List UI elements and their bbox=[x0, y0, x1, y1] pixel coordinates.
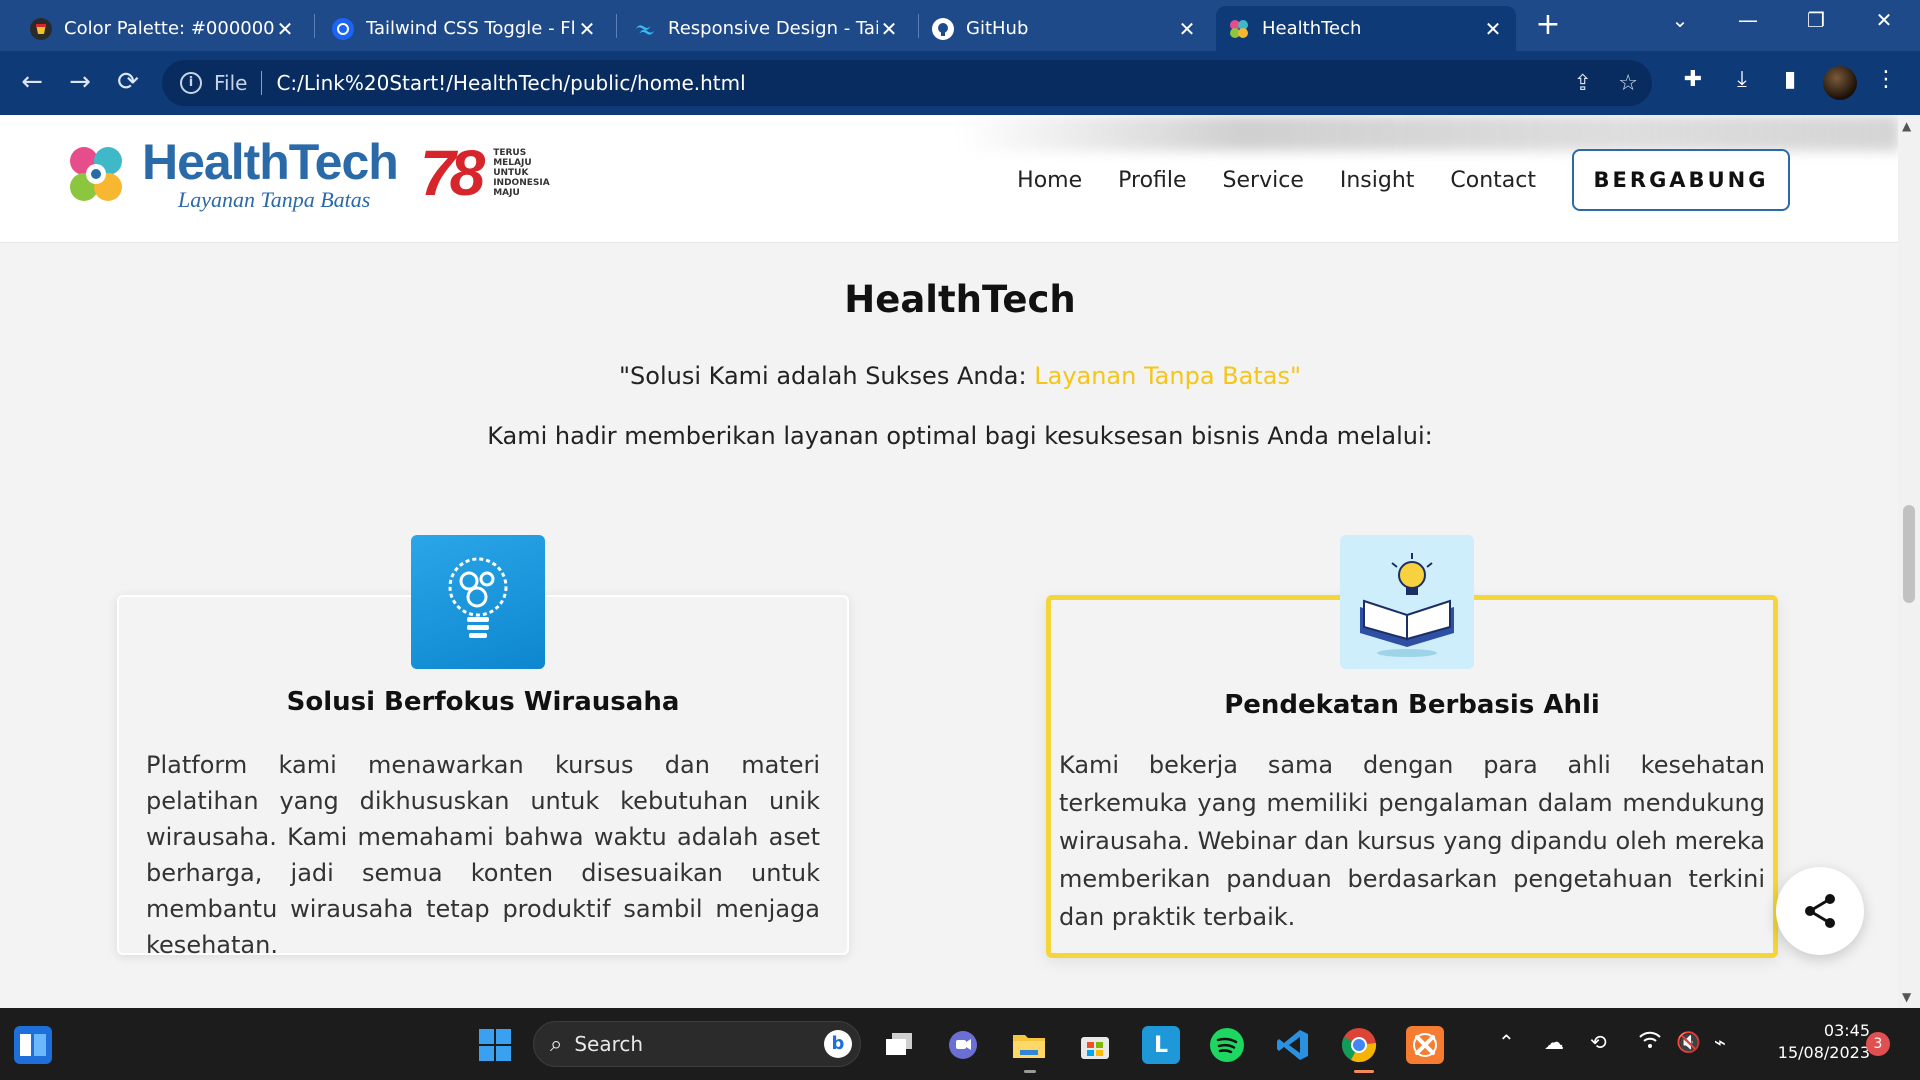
chevron-up-icon[interactable]: ⌃ bbox=[1498, 1030, 1515, 1054]
profile-avatar[interactable] bbox=[1823, 66, 1857, 100]
tab-healthtech[interactable]: HealthTech ✕ bbox=[1216, 6, 1516, 51]
card-body: Platform kami menawarkan kursus dan mate… bbox=[146, 751, 820, 959]
bing-icon[interactable]: b bbox=[824, 1030, 852, 1058]
bookmark-star-icon[interactable]: ☆ bbox=[1618, 71, 1638, 96]
onedrive-icon[interactable]: ☁ bbox=[1544, 1030, 1564, 1054]
tab-separator bbox=[616, 14, 617, 38]
file-explorer-icon[interactable] bbox=[1010, 1026, 1048, 1064]
main-nav: Home Profile Service Insight Contact BER… bbox=[1017, 149, 1790, 211]
spotify-icon[interactable] bbox=[1208, 1026, 1246, 1064]
logo-tagline: Layanan Tanpa Batas bbox=[178, 187, 371, 212]
page-scrollbar[interactable]: ▲ ▼ bbox=[1898, 115, 1920, 1008]
nav-home[interactable]: Home bbox=[1017, 168, 1082, 193]
nav-insight[interactable]: Insight bbox=[1340, 168, 1415, 193]
tab-github[interactable]: GitHub ✕ bbox=[920, 6, 1210, 51]
tab-color-palette[interactable]: Color Palette: #000000 #4 ✕ bbox=[18, 6, 308, 51]
system-clock[interactable]: 03:45 15/08/2023 bbox=[1752, 1020, 1870, 1064]
share-icon bbox=[1805, 894, 1835, 928]
ri-78-number: 78 bbox=[420, 137, 485, 209]
side-panel-icon[interactable]: ▮ bbox=[1774, 67, 1806, 92]
ri-78-slogan: TERUS MELAJU UNTUK INDONESIA MAJU bbox=[493, 148, 550, 198]
card-body: Kami bekerja sama dengan para ahli keseh… bbox=[1059, 751, 1765, 931]
search-icon: ⌕ bbox=[550, 1031, 563, 1057]
close-window-button[interactable]: ✕ bbox=[1864, 8, 1904, 32]
tab-separator bbox=[918, 14, 919, 38]
browser-tab-strip: Color Palette: #000000 #4 ✕ Tailwind CSS… bbox=[0, 0, 1920, 51]
scroll-up-arrow-icon[interactable]: ▲ bbox=[1902, 119, 1911, 133]
site-header: HealthTech Layanan Tanpa Batas 78 TERUS … bbox=[0, 115, 1898, 243]
widgets-icon[interactable] bbox=[14, 1026, 52, 1064]
tab-responsive-design[interactable]: Responsive Design - Tailw ✕ bbox=[622, 6, 912, 51]
tab-separator bbox=[314, 14, 315, 38]
close-icon[interactable]: ✕ bbox=[274, 17, 296, 41]
url-text[interactable]: C:/Link%20Start!/HealthTech/public/home.… bbox=[276, 71, 745, 95]
taskbar-search[interactable]: ⌕ Search b bbox=[533, 1021, 861, 1067]
healthtech-icon bbox=[1228, 18, 1250, 40]
windows-taskbar: ⌕ Search b L ⌃ ☁ ⟲ 🔇 ⌁ 03:45 15/08/2023 … bbox=[0, 1008, 1920, 1080]
xampp-icon[interactable] bbox=[1406, 1026, 1444, 1064]
new-tab-button[interactable]: + bbox=[1532, 10, 1564, 42]
scheme-label: File bbox=[214, 71, 248, 95]
join-button[interactable]: BERGABUNG bbox=[1572, 149, 1790, 211]
github-icon bbox=[932, 17, 954, 40]
back-button[interactable]: ← bbox=[14, 65, 50, 101]
microsoft-store-icon[interactable] bbox=[1076, 1026, 1114, 1064]
section-title: HealthTech bbox=[844, 278, 1076, 321]
app-l-icon[interactable]: L bbox=[1142, 1026, 1180, 1064]
menu-kebab-icon[interactable]: ⋮ bbox=[1870, 67, 1902, 92]
tab-search-chevron-icon[interactable]: ⌄ bbox=[1660, 8, 1700, 32]
nav-profile[interactable]: Profile bbox=[1118, 168, 1186, 193]
minimize-button[interactable]: — bbox=[1728, 8, 1768, 32]
pallete-icon bbox=[30, 17, 52, 40]
download-icon[interactable]: ⤓ bbox=[1726, 67, 1758, 92]
tagline: "Solusi Kami adalah Sukses Anda: Layanan… bbox=[619, 362, 1301, 390]
share-page-icon[interactable]: ⇪ bbox=[1574, 71, 1592, 96]
blurred-overlay bbox=[960, 115, 1898, 151]
sync-icon[interactable]: ⟲ bbox=[1590, 1030, 1607, 1054]
share-button[interactable] bbox=[1776, 867, 1864, 955]
healthtech-logo-icon bbox=[62, 141, 130, 209]
logo-name: HealthTech bbox=[142, 134, 399, 190]
forward-button[interactable]: → bbox=[62, 65, 98, 101]
nav-service[interactable]: Service bbox=[1223, 168, 1304, 193]
close-icon[interactable]: ✕ bbox=[1176, 17, 1198, 41]
extensions-puzzle-icon[interactable]: ✚ bbox=[1677, 67, 1709, 92]
vscode-icon[interactable] bbox=[1274, 1026, 1312, 1064]
lightbulb-gears-icon bbox=[411, 535, 545, 669]
close-icon[interactable]: ✕ bbox=[878, 17, 900, 41]
start-windows-icon[interactable] bbox=[476, 1026, 514, 1064]
book-idea-icon bbox=[1340, 535, 1474, 669]
battery-charging-icon[interactable]: ⌁ bbox=[1714, 1030, 1726, 1054]
reload-button[interactable]: ⟳ bbox=[110, 65, 146, 101]
restore-button[interactable]: ❐ bbox=[1796, 8, 1836, 32]
running-indicator bbox=[1024, 1070, 1036, 1073]
browser-toolbar: ← → ⟳ i File C:/Link%20Start!/HealthTech… bbox=[0, 51, 1920, 115]
nav-contact[interactable]: Contact bbox=[1450, 168, 1536, 193]
card-title: Solusi Berfokus Wirausaha bbox=[286, 687, 680, 717]
card-title: Pendekatan Berbasis Ahli bbox=[1224, 690, 1600, 720]
chrome-icon[interactable] bbox=[1340, 1026, 1378, 1064]
address-bar[interactable]: i File C:/Link%20Start!/HealthTech/publi… bbox=[162, 60, 1652, 106]
running-indicator bbox=[1354, 1070, 1374, 1073]
close-icon[interactable]: ✕ bbox=[576, 17, 598, 41]
task-view-icon[interactable] bbox=[880, 1026, 918, 1064]
wifi-icon[interactable] bbox=[1638, 1030, 1662, 1055]
intro-text: Kami hadir memberikan layanan optimal ba… bbox=[487, 422, 1433, 450]
tab-tailwind-toggle[interactable]: Tailwind CSS Toggle - Flow ✕ bbox=[320, 6, 610, 51]
scroll-down-arrow-icon[interactable]: ▼ bbox=[1902, 990, 1911, 1004]
info-icon[interactable]: i bbox=[180, 72, 202, 94]
healthtech-logo[interactable]: HealthTech Layanan Tanpa Batas bbox=[62, 134, 399, 213]
teams-chat-icon[interactable] bbox=[944, 1026, 982, 1064]
ri-78-logo: 78 TERUS MELAJU UNTUK INDONESIA MAJU bbox=[420, 141, 563, 205]
flowbite-icon bbox=[332, 17, 354, 40]
tailwind-icon bbox=[634, 18, 656, 40]
page-viewport: HealthTech Layanan Tanpa Batas 78 TERUS … bbox=[0, 115, 1898, 1008]
divider bbox=[261, 71, 263, 95]
speaker-muted-icon[interactable]: 🔇 bbox=[1676, 1030, 1701, 1054]
scrollbar-thumb[interactable] bbox=[1903, 505, 1915, 603]
close-icon[interactable]: ✕ bbox=[1482, 17, 1504, 41]
notification-badge[interactable]: 3 bbox=[1866, 1032, 1890, 1056]
